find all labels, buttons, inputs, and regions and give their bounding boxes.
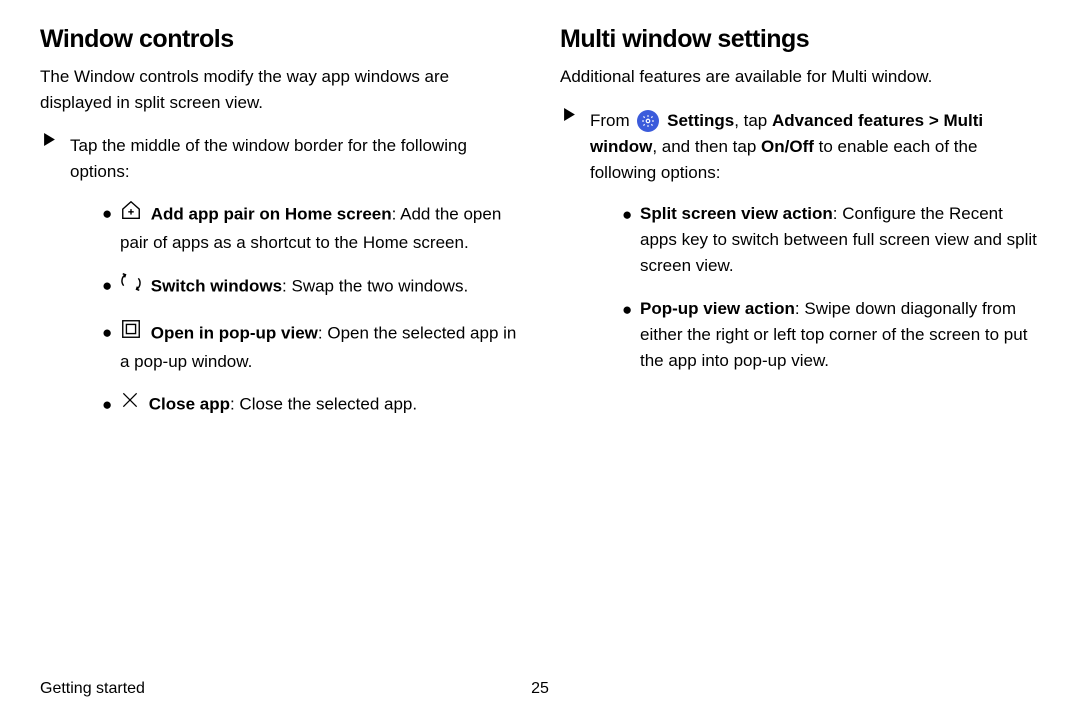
dot-bullet-icon: ● bbox=[98, 200, 120, 227]
tap-border-text: Tap the middle of the window border for … bbox=[70, 136, 467, 181]
multi-window-heading: Multi window settings bbox=[560, 25, 1040, 54]
popup-action-label: Pop-up view action bbox=[640, 299, 795, 318]
home-plus-icon bbox=[120, 199, 142, 229]
dot-bullet-icon: ● bbox=[98, 319, 120, 346]
settings-gear-icon bbox=[637, 110, 659, 132]
triangle-bullet-icon bbox=[560, 108, 590, 121]
advanced-features-label: Advanced features bbox=[772, 111, 924, 130]
window-controls-intro: The Window controls modify the way app w… bbox=[40, 64, 520, 115]
settings-label: Settings bbox=[662, 111, 734, 130]
window-controls-list: Tap the middle of the window border for … bbox=[40, 133, 520, 436]
multi-window-intro: Additional features are available for Mu… bbox=[560, 64, 1040, 90]
window-controls-heading: Window controls bbox=[40, 25, 520, 54]
close-app-desc: : Close the selected app. bbox=[230, 395, 417, 414]
dot-bullet-icon: ● bbox=[98, 391, 120, 418]
add-pair-label: Add app pair on Home screen bbox=[151, 204, 392, 223]
triangle-bullet-icon bbox=[40, 133, 70, 146]
tap-text: , tap bbox=[734, 111, 772, 130]
dot-bullet-icon: ● bbox=[618, 296, 640, 323]
switch-windows-icon bbox=[120, 271, 142, 301]
switch-windows-label: Switch windows bbox=[151, 277, 282, 296]
popup-view-icon bbox=[120, 318, 142, 348]
dot-bullet-icon: ● bbox=[618, 201, 640, 228]
switch-windows-desc: : Swap the two windows. bbox=[282, 277, 468, 296]
footer-page-number: 25 bbox=[531, 680, 549, 698]
page-footer: Getting started 25 bbox=[40, 680, 1040, 698]
and-then-text: , and then tap bbox=[652, 137, 761, 156]
step-from-text: From bbox=[590, 111, 634, 130]
on-off-label: On/Off bbox=[761, 137, 814, 156]
close-app-label: Close app bbox=[149, 395, 230, 414]
close-x-icon bbox=[120, 390, 140, 418]
popup-view-label: Open in pop-up view bbox=[151, 323, 318, 342]
dot-bullet-icon: ● bbox=[98, 272, 120, 299]
gt-separator: > bbox=[924, 111, 943, 130]
left-column: Window controls The Window controls modi… bbox=[40, 25, 520, 450]
split-screen-label: Split screen view action bbox=[640, 204, 833, 223]
multi-window-list: From Settings, tap Advanced features > M… bbox=[560, 108, 1040, 391]
right-column: Multi window settings Additional feature… bbox=[560, 25, 1040, 450]
